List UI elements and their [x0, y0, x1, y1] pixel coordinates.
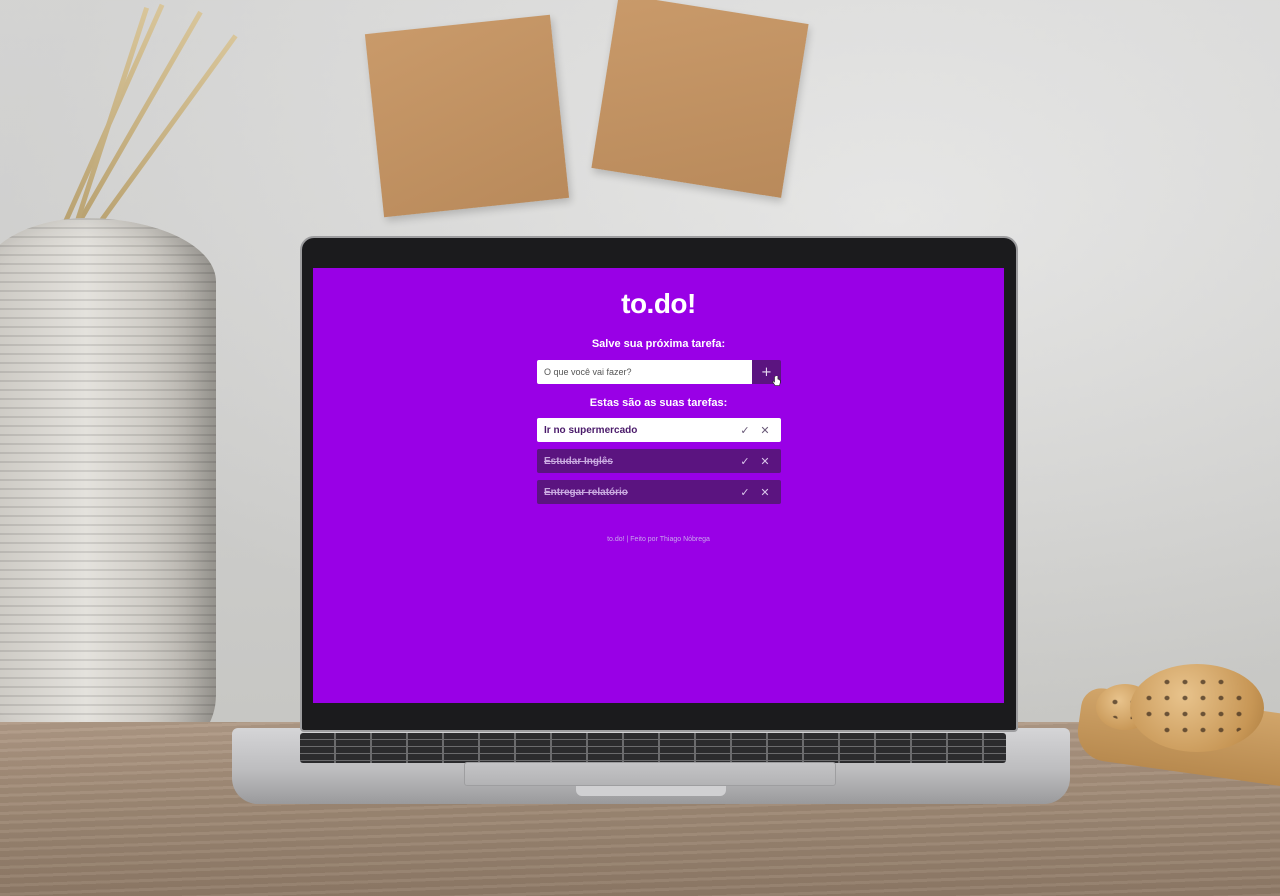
todo-app-screen: to.do! Salve sua próxima tarefa: + Estas… [313, 268, 1004, 703]
sticky-note-right [591, 0, 809, 198]
sticky-note-left [364, 14, 570, 218]
cookie-large [1130, 664, 1264, 752]
task-text: Ir no supermercado [544, 424, 638, 436]
add-task-form: + [537, 360, 781, 386]
new-task-label: Salve sua próxima tarefa: [591, 338, 726, 350]
check-icon[interactable]: ✓ [735, 486, 755, 499]
plus-icon: + [761, 364, 772, 380]
task-list-label: Estas são as suas tarefas: [589, 397, 728, 409]
laptop-keyboard [300, 733, 1006, 763]
task-item: Ir no supermercado ✓ ✕ [537, 418, 781, 442]
laptop-trackpad [464, 762, 836, 786]
check-icon[interactable]: ✓ [735, 455, 755, 468]
task-text: Entregar relatório [544, 486, 628, 498]
hand-cursor-icon [772, 376, 781, 386]
task-item: Estudar Inglês ✓ ✕ [537, 449, 781, 473]
task-list: Ir no supermercado ✓ ✕ Estudar Inglês ✓ … [537, 418, 781, 511]
task-item: Entregar relatório ✓ ✕ [537, 480, 781, 504]
close-icon[interactable]: ✕ [755, 455, 775, 468]
add-task-button[interactable]: + [752, 360, 781, 386]
close-icon[interactable]: ✕ [755, 486, 775, 499]
check-icon[interactable]: ✓ [735, 424, 755, 437]
app-title: to.do! [621, 288, 696, 319]
close-icon[interactable]: ✕ [755, 424, 775, 437]
laptop-lid-notch [576, 786, 726, 796]
task-input[interactable] [537, 360, 752, 384]
task-text: Estudar Inglês [544, 455, 613, 467]
ribbed-vase [0, 218, 216, 748]
app-footer: to.do! | Feito por Thiago Nóbrega [607, 536, 710, 543]
